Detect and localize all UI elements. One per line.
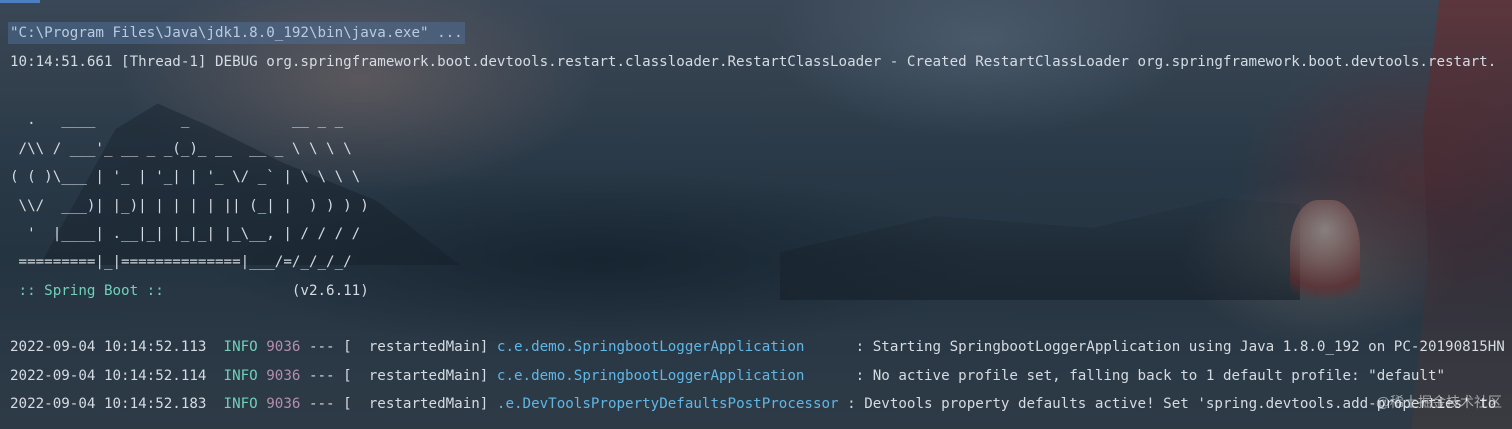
log-thread: --- [ restartedMain] bbox=[300, 396, 497, 412]
banner-line-3: ( ( )\___ | '_ | '_| | '_ \/ _` | \ \ \ … bbox=[10, 169, 361, 185]
banner-line-5: ' |____| .__|_| |_|_| |_\__, | / / / / bbox=[10, 226, 361, 242]
log-thread: --- [ restartedMain] bbox=[300, 339, 497, 355]
active-tab-indicator bbox=[0, 0, 40, 3]
log-thread: --- [ restartedMain] bbox=[300, 368, 497, 384]
java-command-line[interactable]: "C:\Program Files\Java\jdk1.8.0_192\bin\… bbox=[8, 22, 465, 44]
log-pid: 9036 bbox=[257, 339, 301, 355]
log-line: 2022-09-04 10:14:52.113 INFO 9036 --- [ … bbox=[10, 336, 1505, 358]
log-timestamp: 2022-09-04 10:14:52.183 bbox=[10, 396, 207, 412]
log-logger[interactable]: c.e.demo.SpringbootLoggerApplication bbox=[497, 368, 847, 384]
log-logger[interactable]: c.e.demo.SpringbootLoggerApplication bbox=[497, 339, 847, 355]
log-level: INFO bbox=[206, 368, 258, 384]
log-line: 2022-09-04 10:14:52.183 INFO 9036 --- [ … bbox=[10, 393, 1496, 415]
log-message: : No active profile set, falling back to… bbox=[847, 368, 1446, 384]
spring-boot-label: :: Spring Boot :: bbox=[10, 283, 173, 299]
log-timestamp: 2022-09-04 10:14:52.113 bbox=[10, 339, 207, 355]
spring-boot-version-line: :: Spring Boot :: (v2.6.11) bbox=[10, 280, 369, 302]
log-logger[interactable]: .e.DevToolsPropertyDefaultsPostProcessor bbox=[497, 396, 839, 412]
log-message: : Starting SpringbootLoggerApplication u… bbox=[847, 339, 1505, 355]
banner-line-6: =========|_|==============|___/=/_/_/_/ bbox=[10, 254, 352, 270]
banner-line-4: \\/ ___)| |_)| | | | | || (_| | ) ) ) ) bbox=[10, 198, 369, 214]
banner-line-1: . ____ _ __ _ _ bbox=[10, 112, 344, 128]
log-line: 2022-09-04 10:14:52.114 INFO 9036 --- [ … bbox=[10, 365, 1445, 387]
log-pid: 9036 bbox=[257, 368, 301, 384]
log-level: INFO bbox=[206, 396, 258, 412]
banner-line-2: /\\ / ___'_ __ _ _(_)_ __ __ _ \ \ \ \ bbox=[10, 141, 352, 157]
debug-log-line: 10:14:51.661 [Thread-1] DEBUG org.spring… bbox=[10, 54, 1497, 70]
console-output[interactable]: "C:\Program Files\Java\jdk1.8.0_192\bin\… bbox=[0, 18, 1512, 429]
watermark-text: @稀土掘金技术社区 bbox=[1375, 394, 1502, 410]
log-pid: 9036 bbox=[257, 396, 301, 412]
log-level: INFO bbox=[206, 339, 258, 355]
log-timestamp: 2022-09-04 10:14:52.114 bbox=[10, 368, 207, 384]
spring-boot-version: (v2.6.11) bbox=[172, 283, 369, 299]
